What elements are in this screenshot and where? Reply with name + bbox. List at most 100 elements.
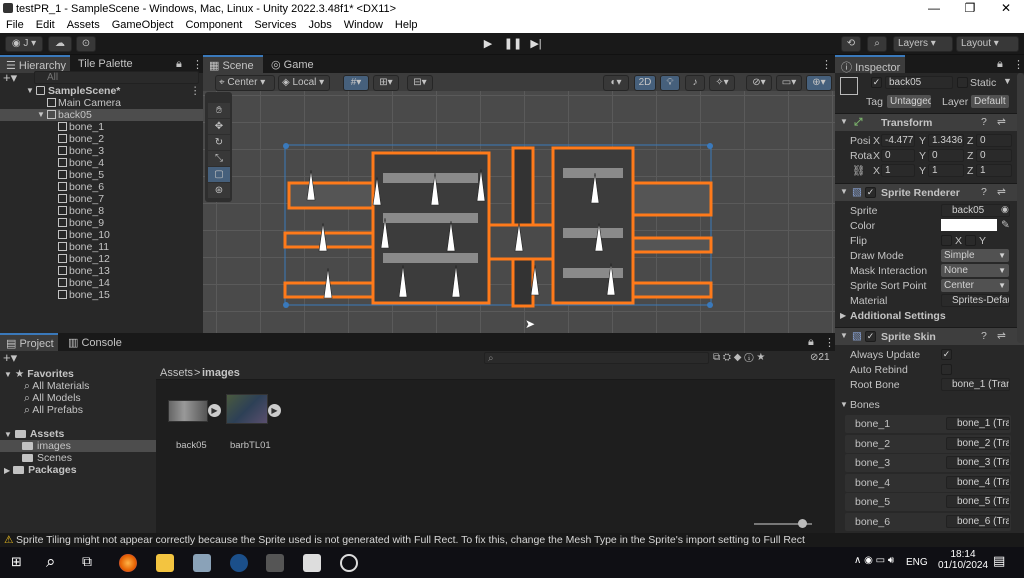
layout-dropdown[interactable]: Layout ▾ [956,36,1019,52]
unity-editor-icon[interactable] [303,554,321,572]
skin-bone-field[interactable]: bone_6 (Transform) [946,514,1010,528]
auto-rebind-checkbox[interactable] [941,364,952,375]
audio-icon[interactable]: ♪ [685,75,705,91]
flip-y-checkbox[interactable] [965,235,976,246]
layers-dropdown[interactable]: Layers ▾ [893,36,953,52]
pivot-dropdown[interactable]: ⌖ Center ▾ [215,75,275,91]
position-z-field[interactable]: 0 [976,134,1012,147]
scale-link-icon[interactable]: ⛓︎ [852,164,865,177]
transform-tool-icon[interactable]: ⊛ [208,183,230,198]
packages-row[interactable]: ▶ Packages [4,464,77,476]
rect-handle[interactable] [283,143,289,149]
hierarchy-row-bone[interactable]: bone_4 [0,157,203,169]
shading-icon[interactable]: ◐▾ [603,75,629,91]
play-button[interactable]: ▶ [478,36,498,53]
gizmos-icon[interactable]: ⊕▾ [806,75,832,91]
expand-sprites-icon[interactable]: ▶ [268,404,281,417]
expand-icon[interactable]: ▼ [37,109,45,121]
mail-icon[interactable] [193,554,211,572]
space-dropdown[interactable]: ◈ Local ▾ [278,75,330,91]
move-tool-icon[interactable]: ✥ [208,119,230,134]
eyedropper-icon[interactable]: ✎ [1001,219,1010,231]
firefox-icon[interactable] [119,554,137,572]
hierarchy-row-bone[interactable]: bone_12 [0,253,203,265]
hierarchy-row-back05[interactable]: ▼ back05 [0,109,203,121]
scale-tool-icon[interactable]: ⤡ [208,151,230,166]
scene-row[interactable]: ▼ SampleScene* ⋮ [0,85,203,97]
clock[interactable]: 18:14 01/10/2024 [938,549,988,571]
step-button[interactable]: ▶| [526,36,546,53]
toggle-2d-button[interactable]: 2D [634,75,656,91]
unity-hub-icon[interactable] [266,554,284,572]
tab-console[interactable]: ▥ Console [62,333,128,351]
tab-inspector[interactable]: ⓘ Inspector [835,55,905,74]
search-icon[interactable]: ⌕ [46,552,56,572]
search-icon[interactable]: ⌕ [867,36,887,52]
grid-snap-icon[interactable]: #▾ [343,75,369,91]
menu-edit[interactable]: Edit [36,19,55,31]
expand-sprites-icon[interactable]: ▶ [208,404,221,417]
hierarchy-row-bone[interactable]: bone_8 [0,205,203,217]
tab-project[interactable]: ▤ Project [0,333,58,351]
account-button[interactable]: ◉ J ▾ [5,36,43,52]
sprite-renderer-enabled-checkbox[interactable]: ✓ [865,187,876,198]
skin-bone-field[interactable]: bone_1 (Transform) [946,417,1010,430]
foldout-icon[interactable]: ▶ [4,466,10,475]
color-swatch[interactable] [941,219,997,231]
pause-button[interactable]: ❚❚ [503,36,523,53]
help-icon[interactable]: ? [981,330,987,342]
folder-scenes-row[interactable]: Scenes [22,452,72,464]
hierarchy-row-bone[interactable]: bone_1 [0,121,203,133]
object-picker-icon[interactable]: ◉ [1001,204,1009,215]
folder-images-row[interactable]: images [0,440,156,452]
menu-component[interactable]: Component [185,19,242,31]
hierarchy-row-bone[interactable]: bone_5 [0,169,203,181]
layer-dropdown[interactable]: Default [971,95,1009,108]
lock-icon[interactable]: 🔒︎ [997,58,1003,71]
scale-y-field[interactable]: 1 [928,164,964,177]
history-icon[interactable]: ⟲ [841,36,861,52]
foldout-icon[interactable]: ▼ [840,187,848,196]
mask-interaction-dropdown[interactable]: None ▼ [941,264,1009,277]
expand-icon[interactable]: ▼ [26,85,34,97]
position-x-field[interactable]: -4.477 [881,134,915,147]
hierarchy-row-bone[interactable]: bone_3 [0,145,203,157]
always-update-checkbox[interactable]: ✓ [941,349,952,360]
assets-row[interactable]: ▼ Assets [4,428,64,440]
hierarchy-row-bone[interactable]: bone_14 [0,277,203,289]
breadcrumb-current[interactable]: images [202,367,240,379]
scene-menu-icon[interactable]: ⋮ [190,85,201,97]
rotate-tool-icon[interactable]: ↻ [208,135,230,150]
favorite-item[interactable]: ⌕ All Materials [24,380,89,392]
effects-icon[interactable]: ✧▾ [709,75,735,91]
project-filter-icons[interactable]: ⧉ ⛭ ◆ ⓘ ★ [713,352,765,363]
sprite-object-field[interactable]: back05 [941,204,1010,217]
hierarchy-row-bone[interactable]: bone_10 [0,229,203,241]
rotation-z-field[interactable]: 0 [976,149,1012,162]
rect-handle[interactable] [283,302,289,308]
flip-x-checkbox[interactable] [941,235,952,246]
favorites-row[interactable]: ▼ ★ Favorites [4,368,74,380]
sprite-skin-header[interactable]: ▼ ▧ ✓ Sprite Skin ? ⇌ ⋮ [835,327,1024,345]
steam-icon[interactable] [230,554,248,572]
menu-file[interactable]: File [6,19,24,31]
menu-jobs[interactable]: Jobs [309,19,332,31]
sort-point-dropdown[interactable]: Center ▼ [941,279,1009,292]
snap-increment-icon[interactable]: ⊟▾ [407,75,433,91]
create-plus-icon[interactable]: +▾ [3,70,17,86]
camera-icon[interactable]: ▭▾ [776,75,802,91]
unity-app-icon[interactable] [340,554,358,572]
tab-scene[interactable]: ▦ Scene [203,55,263,73]
additional-settings-row[interactable]: ▶ Additional Settings [835,309,1024,324]
collab-icon[interactable]: ⊙ [76,36,96,52]
sprite-skin-enabled-checkbox[interactable]: ✓ [865,331,876,342]
minimize-button[interactable]: — [916,0,952,17]
cloud-icon[interactable]: ☁ [48,36,72,52]
object-name-field[interactable]: back05 [885,76,953,89]
hierarchy-row-bone[interactable]: bone_9 [0,217,203,229]
skin-bone-field[interactable]: bone_3 (Transform) [946,456,1010,469]
menu-help[interactable]: Help [395,19,418,31]
preset-icon[interactable]: ⇌ [997,330,1006,342]
active-checkbox[interactable]: ✓ [871,77,882,88]
skin-bone-field[interactable]: bone_4 (Transform) [946,475,1010,489]
